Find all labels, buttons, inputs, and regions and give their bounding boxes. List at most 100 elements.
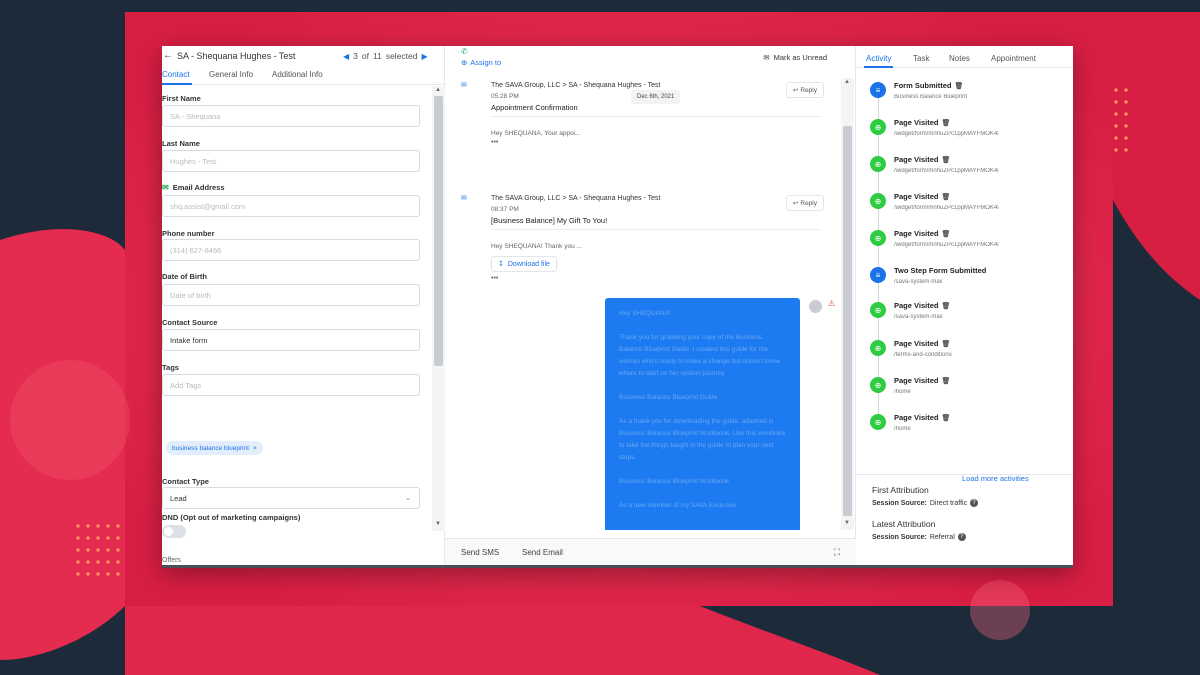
source-value: Intake form bbox=[170, 335, 208, 345]
tab-additional-info[interactable]: Additional Info bbox=[272, 70, 323, 79]
scroll-up-icon[interactable]: ▲ bbox=[844, 79, 850, 85]
last-name-value: Hughes - Test bbox=[170, 156, 217, 166]
help-icon[interactable]: ? bbox=[970, 499, 979, 507]
dnd-toggle[interactable] bbox=[162, 525, 186, 538]
globe-icon: ⊕ bbox=[870, 193, 886, 209]
activity-title: Page Visited bbox=[894, 229, 939, 238]
activity-title-row: Page Visited 🗑 bbox=[894, 229, 950, 238]
activity-title-row: Page Visited 🗑 bbox=[894, 413, 950, 422]
close-icon[interactable]: × bbox=[253, 445, 257, 452]
phone-value: (314) 627-8466 bbox=[170, 245, 222, 255]
message-more[interactable]: ••• bbox=[491, 139, 498, 146]
bubble-paragraph: Business Balance Blueprint Guide bbox=[619, 394, 718, 401]
tab-notes[interactable]: Notes bbox=[949, 54, 970, 63]
activity-item[interactable]: ⊕ Page Visited 🗑 /widget/form/mnhuZPc1ppMAY… bbox=[870, 115, 1070, 145]
download-file-button[interactable]: ↧ Download file bbox=[491, 256, 557, 272]
message-subject: [Business Balance] My Gift To You! bbox=[491, 216, 608, 225]
chevron-right-icon[interactable]: ▶ bbox=[421, 52, 427, 61]
email-input[interactable]: shq.assist@gmail.com bbox=[162, 195, 420, 217]
first-name-input[interactable]: SA - Shequana bbox=[162, 105, 420, 127]
divider bbox=[491, 116, 821, 117]
globe-icon: ⊕ bbox=[870, 119, 886, 135]
tab-general-info[interactable]: General Info bbox=[209, 70, 253, 79]
mark-unread-label: Mark as Unread bbox=[773, 53, 827, 62]
mark-unread-button[interactable]: ✉ Mark as Unread bbox=[763, 53, 827, 62]
tags-input[interactable]: Add Tags bbox=[162, 374, 420, 396]
trash-icon[interactable]: 🗑 bbox=[941, 193, 950, 201]
globe-icon: ⊕ bbox=[870, 302, 886, 318]
email-label: Email Address bbox=[172, 183, 225, 192]
scroll-up-icon[interactable]: ▲ bbox=[435, 87, 441, 93]
date-chip: Dec 6th, 2021 bbox=[631, 90, 681, 104]
trash-icon[interactable]: 🗑 bbox=[941, 119, 950, 127]
tab-contact[interactable]: Contact bbox=[162, 70, 192, 85]
trash-icon[interactable]: 🗑 bbox=[941, 377, 950, 385]
activity-item[interactable]: ⊕ Page Visited 🗑 /widget/form/mnhuZPc1ppMAY… bbox=[870, 189, 1070, 219]
first-name-label: First Name bbox=[162, 94, 201, 103]
type-select[interactable]: Lead ⌄ bbox=[162, 487, 420, 509]
activity-item[interactable]: ⊕ Page Visited 🗑 /widget/form/mnhuZPc1ppMAY… bbox=[870, 152, 1070, 182]
feed-scrollbar-thumb[interactable] bbox=[843, 126, 852, 516]
contact-tabs: Contact General Info Additional Info bbox=[162, 67, 445, 85]
tab-activity[interactable]: Activity bbox=[863, 54, 894, 68]
activity-title-row: Page Visited 🗑 bbox=[894, 155, 950, 164]
plus-circle-icon: ⊕ bbox=[461, 58, 468, 67]
assign-to-button[interactable]: ⊕ Assign to bbox=[461, 58, 501, 67]
trash-icon[interactable]: 🗑 bbox=[941, 414, 950, 422]
globe-icon: ⊕ bbox=[870, 156, 886, 172]
message-item[interactable]: ✉ The SAVA Group, LLC > SA - Shequana Hu… bbox=[461, 191, 824, 291]
scroll-down-icon[interactable]: ▼ bbox=[844, 520, 850, 526]
first-name-value: SA - Shequana bbox=[170, 111, 221, 121]
trash-icon[interactable]: 🗑 bbox=[941, 156, 950, 164]
feed-scrollbar[interactable]: ▲ ▼ bbox=[841, 78, 854, 530]
source-input[interactable]: Intake form bbox=[162, 329, 420, 351]
left-scrollbar-thumb[interactable] bbox=[434, 96, 443, 366]
chevron-left-icon[interactable]: ◀ bbox=[343, 52, 349, 61]
tab-appointment[interactable]: Appointment bbox=[991, 54, 1036, 63]
activity-item[interactable]: ⊕ Page Visited 🗑 /home bbox=[870, 410, 1070, 440]
activity-title-row: Page Visited 🗑 bbox=[894, 192, 950, 201]
last-name-label: Last Name bbox=[162, 139, 200, 148]
help-icon[interactable]: ? bbox=[957, 533, 966, 541]
activity-title-row: Page Visited 🗑 bbox=[894, 118, 950, 127]
tab-send-sms[interactable]: Send SMS bbox=[461, 548, 499, 557]
message-more[interactable]: ••• bbox=[491, 275, 498, 282]
arrow-left-icon[interactable]: ← bbox=[163, 50, 173, 61]
phone-icon[interactable]: ✆ bbox=[461, 47, 468, 56]
activity-subtitle: /widget/form/mnhuZPc1ppMAYFMOK4i bbox=[894, 168, 999, 174]
activity-item[interactable]: ≡ Form Submitted 🗑 Business Balance Bluepri… bbox=[870, 78, 1070, 108]
activity-item[interactable]: ⊕ Page Visited 🗑 /sava-system-max bbox=[870, 298, 1070, 328]
activity-title-row: Page Visited 🗑 bbox=[894, 301, 950, 310]
activity-item[interactable]: ≡ Two Step Form Submitted/sava-system-max bbox=[870, 263, 1070, 293]
activity-timeline: ≡ Form Submitted 🗑 Business Balance Bluepri… bbox=[856, 72, 1073, 483]
dob-input[interactable]: Date of birth bbox=[162, 284, 420, 306]
activity-item[interactable]: ⊕ Page Visited 🗑 /widget/form/mnhuZPc1ppMAY… bbox=[870, 226, 1070, 256]
message-item[interactable]: ✉ The SAVA Group, LLC > SA - Shequana Hu… bbox=[461, 78, 824, 178]
activity-title: Page Visited bbox=[894, 376, 939, 385]
scroll-down-icon[interactable]: ▼ bbox=[435, 521, 441, 527]
tab-send-email[interactable]: Send Email bbox=[522, 548, 563, 557]
session-source-value: Direct traffic bbox=[929, 499, 968, 507]
conversation-panel: ✆ ⊕ Assign to ✉ Mark as Unread ✉ The SAVA … bbox=[445, 46, 856, 565]
first-attribution-source: Session Source: Direct traffic? bbox=[872, 499, 979, 507]
first-attribution-title: First Attribution bbox=[872, 485, 929, 495]
trash-icon[interactable]: 🗑 bbox=[955, 82, 964, 90]
reply-button[interactable]: ↩ Reply bbox=[785, 82, 824, 98]
activity-subtitle: Business Balance Blueprint bbox=[894, 94, 968, 100]
trash-icon[interactable]: 🗑 bbox=[941, 302, 950, 310]
activity-item[interactable]: ⊕ Page Visited 🗑 /home bbox=[870, 373, 1070, 403]
reply-button[interactable]: ↩ Reply bbox=[785, 195, 824, 211]
last-name-input[interactable]: Hughes - Test bbox=[162, 150, 420, 172]
activity-subtitle: /widget/form/mnhuZPc1ppMAYFMOK4i bbox=[894, 242, 999, 248]
left-scrollbar[interactable]: ▲ ▼ bbox=[432, 86, 445, 531]
expand-icon[interactable]: ⛶ bbox=[834, 547, 840, 558]
trash-icon[interactable]: 🗑 bbox=[941, 340, 950, 348]
phone-input[interactable]: (314) 627-8466 bbox=[162, 239, 420, 261]
globe-icon: ⊕ bbox=[870, 340, 886, 356]
trash-icon[interactable]: 🗑 bbox=[941, 230, 950, 238]
tab-task[interactable]: Task bbox=[913, 54, 929, 63]
email-bubble[interactable]: Hey SHEQUANA! Thank you for grabbing you… bbox=[605, 298, 800, 530]
activity-title: Page Visited bbox=[894, 118, 939, 127]
dob-placeholder: Date of birth bbox=[170, 290, 211, 300]
activity-item[interactable]: ⊕ Page Visited 🗑 /terms-and-conditions bbox=[870, 336, 1070, 366]
